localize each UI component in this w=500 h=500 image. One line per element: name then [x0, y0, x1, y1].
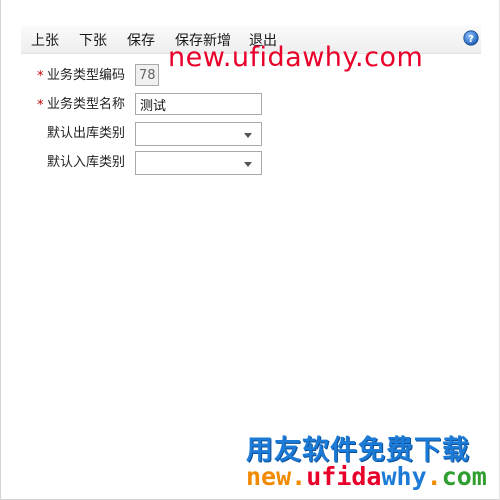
save-button[interactable]: 保存 — [127, 32, 155, 50]
help-icon[interactable]: ? — [463, 30, 479, 46]
out-category-label: 默认出库类别 — [47, 126, 126, 141]
out-category-select[interactable] — [135, 122, 262, 146]
next-button[interactable]: 下张 — [79, 32, 107, 50]
chevron-down-icon[interactable] — [244, 133, 252, 138]
in-category-select[interactable] — [135, 151, 262, 175]
watermark-part: . — [291, 462, 307, 491]
watermark-url-bottom: new.ufidawhy.com — [246, 462, 487, 491]
form-row-name: * 业务类型名称 — [1, 93, 281, 117]
chevron-down-icon[interactable] — [244, 162, 252, 167]
required-mark: * — [37, 98, 44, 113]
name-label: 业务类型名称 — [47, 97, 126, 112]
form-row-in-category: 默认入库类别 — [1, 151, 281, 175]
code-input[interactable] — [135, 64, 159, 86]
watermark-part: new — [246, 462, 292, 491]
code-label: 业务类型编码 — [47, 68, 126, 83]
app-window: 上张 下张 保存 保存新增 退出 ? * 业务类型编码 * 业务类型名称 — [0, 0, 500, 500]
watermark-url-top: new.ufidawhy.com — [168, 42, 424, 73]
watermark-part: . — [426, 462, 442, 491]
name-input[interactable] — [135, 93, 262, 115]
required-mark: * — [37, 69, 44, 84]
watermark-part: why — [381, 462, 427, 491]
in-category-label: 默认入库类别 — [47, 155, 126, 170]
watermark-part: ufida — [306, 462, 382, 491]
prev-button[interactable]: 上张 — [31, 32, 59, 50]
form-row-out-category: 默认出库类别 — [1, 122, 281, 146]
watermark-part: com — [441, 462, 487, 491]
svg-text:?: ? — [468, 34, 474, 45]
